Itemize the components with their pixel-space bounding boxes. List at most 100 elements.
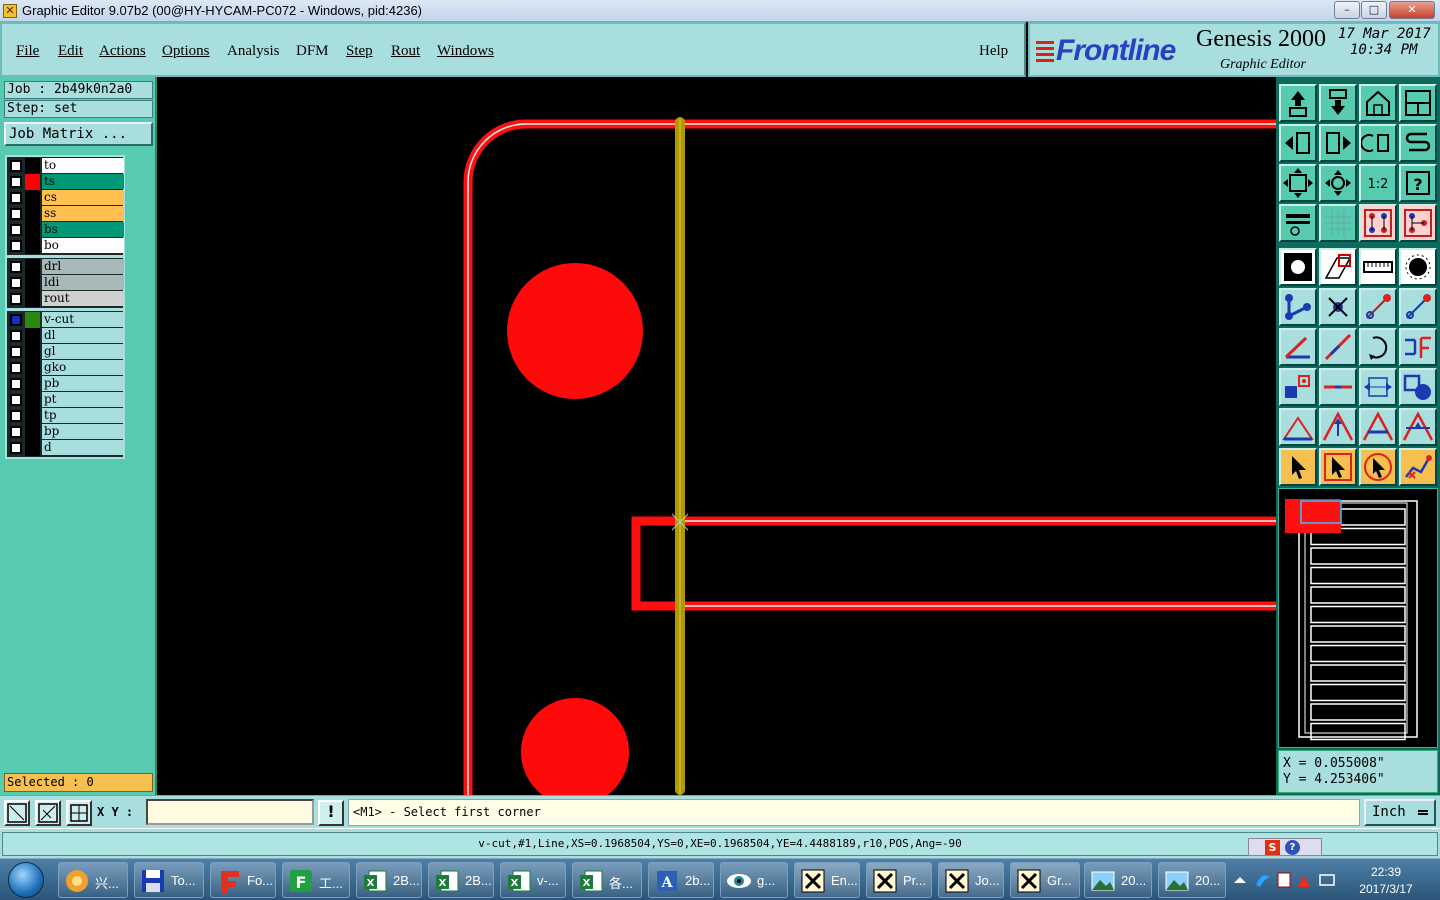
xy-input[interactable] xyxy=(146,799,314,825)
layer-color-swatch[interactable] xyxy=(25,392,40,408)
drc-arrow-icon[interactable] xyxy=(1319,408,1357,446)
layer-row-dl[interactable]: dl xyxy=(8,328,124,344)
layer-row-cs[interactable]: cs xyxy=(8,190,124,206)
menu-edit[interactable]: Edit xyxy=(58,43,83,60)
layer-up-icon[interactable] xyxy=(1279,84,1317,122)
layer-color-swatch[interactable] xyxy=(25,275,40,291)
snap-node-icon[interactable] xyxy=(1279,288,1317,326)
ime-toolbar[interactable]: S ? xyxy=(1248,838,1322,856)
menu-rout[interactable]: Rout xyxy=(391,43,420,60)
layer-name[interactable]: ss xyxy=(42,206,124,221)
layer-color-swatch[interactable] xyxy=(25,222,40,238)
warning-button[interactable]: ! xyxy=(318,800,344,826)
taskbar-item[interactable]: X 2B... xyxy=(428,862,494,898)
layer-checkbox[interactable] xyxy=(10,362,22,374)
ruler-icon[interactable] xyxy=(1359,248,1397,286)
snake-icon[interactable] xyxy=(1399,124,1437,162)
layer-row-bo[interactable]: bo xyxy=(8,238,124,254)
fit-width-icon[interactable] xyxy=(1359,368,1397,406)
layer-row-ss[interactable]: ss xyxy=(8,206,124,222)
menu-dfm[interactable]: DFM xyxy=(296,43,329,60)
pad-circle-lower[interactable] xyxy=(521,698,629,795)
layer-name[interactable]: bo xyxy=(42,238,124,253)
drc-triangle-icon[interactable] xyxy=(1279,408,1317,446)
overview-map[interactable] xyxy=(1278,488,1438,748)
layer-checkbox[interactable] xyxy=(10,330,22,342)
layer-name[interactable]: dl xyxy=(42,328,124,343)
taskbar-item[interactable]: Pr... xyxy=(866,862,932,898)
layer-color-swatch[interactable] xyxy=(25,312,40,328)
tray-icons[interactable] xyxy=(1228,859,1348,900)
layer-checkbox[interactable] xyxy=(10,176,22,188)
layer-name[interactable]: gko xyxy=(42,360,124,375)
measure-icon[interactable] xyxy=(1279,204,1317,242)
menu-file[interactable]: File xyxy=(16,43,39,60)
taskbar-item[interactable]: Fo... xyxy=(210,862,276,898)
grid-snap-icon[interactable] xyxy=(66,800,92,826)
layer-name[interactable]: pt xyxy=(42,392,124,407)
layer-color-swatch[interactable] xyxy=(25,360,40,376)
layer-name[interactable]: tp xyxy=(42,408,124,423)
layer-color-swatch[interactable] xyxy=(25,408,40,424)
home-icon[interactable] xyxy=(1359,84,1397,122)
layer-name[interactable]: drl xyxy=(42,259,124,274)
layer-name[interactable]: d xyxy=(42,440,124,455)
layer-color-swatch[interactable] xyxy=(25,440,40,456)
line-split-icon[interactable] xyxy=(1319,368,1357,406)
line-angle-icon[interactable] xyxy=(1319,328,1357,366)
job-matrix-button[interactable]: Job Matrix ... xyxy=(4,122,153,146)
board-outline[interactable] xyxy=(463,119,1276,795)
taskbar-item[interactable]: En... xyxy=(794,862,860,898)
layer-checkbox[interactable] xyxy=(10,240,22,252)
pad-icon[interactable] xyxy=(1399,248,1437,286)
net-select-icon[interactable] xyxy=(1399,204,1437,242)
taskbar-item[interactable]: Gr... xyxy=(1010,862,1080,898)
layer-row-gko[interactable]: gko xyxy=(8,360,124,376)
taskbar-item[interactable]: To... xyxy=(134,862,204,898)
intersect-icon[interactable] xyxy=(1279,368,1317,406)
layer-color-swatch[interactable] xyxy=(25,206,40,222)
layer-row-ldi[interactable]: ldi xyxy=(8,275,124,291)
pan-left-icon[interactable] xyxy=(1279,124,1317,162)
layer-name[interactable]: pb xyxy=(42,376,124,391)
taskbar-item[interactable]: 兴... xyxy=(58,862,128,898)
unit-selector[interactable]: Inch xyxy=(1364,799,1436,826)
layer-row-rout[interactable]: rout xyxy=(8,291,124,307)
layer-name[interactable]: bp xyxy=(42,424,124,439)
layer-row-d[interactable]: d xyxy=(8,440,124,456)
layer-color-swatch[interactable] xyxy=(25,190,40,206)
layer-color-swatch[interactable] xyxy=(25,238,40,254)
layer-color-swatch[interactable] xyxy=(25,376,40,392)
layer-checkbox[interactable] xyxy=(10,346,22,358)
route-icon[interactable] xyxy=(1399,448,1437,486)
help-icon[interactable]: ? xyxy=(1399,164,1437,202)
layer-checkbox[interactable] xyxy=(10,314,22,326)
arc-icon[interactable] xyxy=(1359,328,1397,366)
mirror-icon[interactable] xyxy=(1399,328,1437,366)
layer-row-tp[interactable]: tp xyxy=(8,408,124,424)
layer-checkbox[interactable] xyxy=(10,277,22,289)
maximize-button[interactable]: □ xyxy=(1361,1,1387,19)
layer-checkbox[interactable] xyxy=(10,160,22,172)
select-area-icon[interactable] xyxy=(1319,248,1357,286)
layer-name[interactable]: to xyxy=(42,158,124,173)
select-pointer-icon[interactable] xyxy=(1319,448,1357,486)
taskbar-item[interactable]: 20... xyxy=(1158,862,1226,898)
layer-name[interactable]: ts xyxy=(42,174,124,189)
layer-checkbox[interactable] xyxy=(10,394,22,406)
canvas-drawing[interactable] xyxy=(157,77,1276,795)
menu-windows[interactable]: Windows xyxy=(437,43,494,60)
zoom-line-icon[interactable] xyxy=(35,800,61,826)
layer-color-swatch[interactable] xyxy=(25,344,40,360)
layer-row-drl[interactable]: drl xyxy=(8,259,124,275)
layer-row-to[interactable]: to xyxy=(8,158,124,174)
taskbar-item[interactable]: F 工... xyxy=(282,862,350,898)
pointer-icon[interactable] xyxy=(1279,448,1317,486)
snap-center-icon[interactable] xyxy=(1319,288,1357,326)
shapes-icon[interactable] xyxy=(1399,368,1437,406)
layer-color-swatch[interactable] xyxy=(25,328,40,344)
layer-checkbox[interactable] xyxy=(10,426,22,438)
layer-color-swatch[interactable] xyxy=(25,424,40,440)
layer-checkbox[interactable] xyxy=(10,410,22,422)
layer-color-swatch[interactable] xyxy=(25,158,40,174)
